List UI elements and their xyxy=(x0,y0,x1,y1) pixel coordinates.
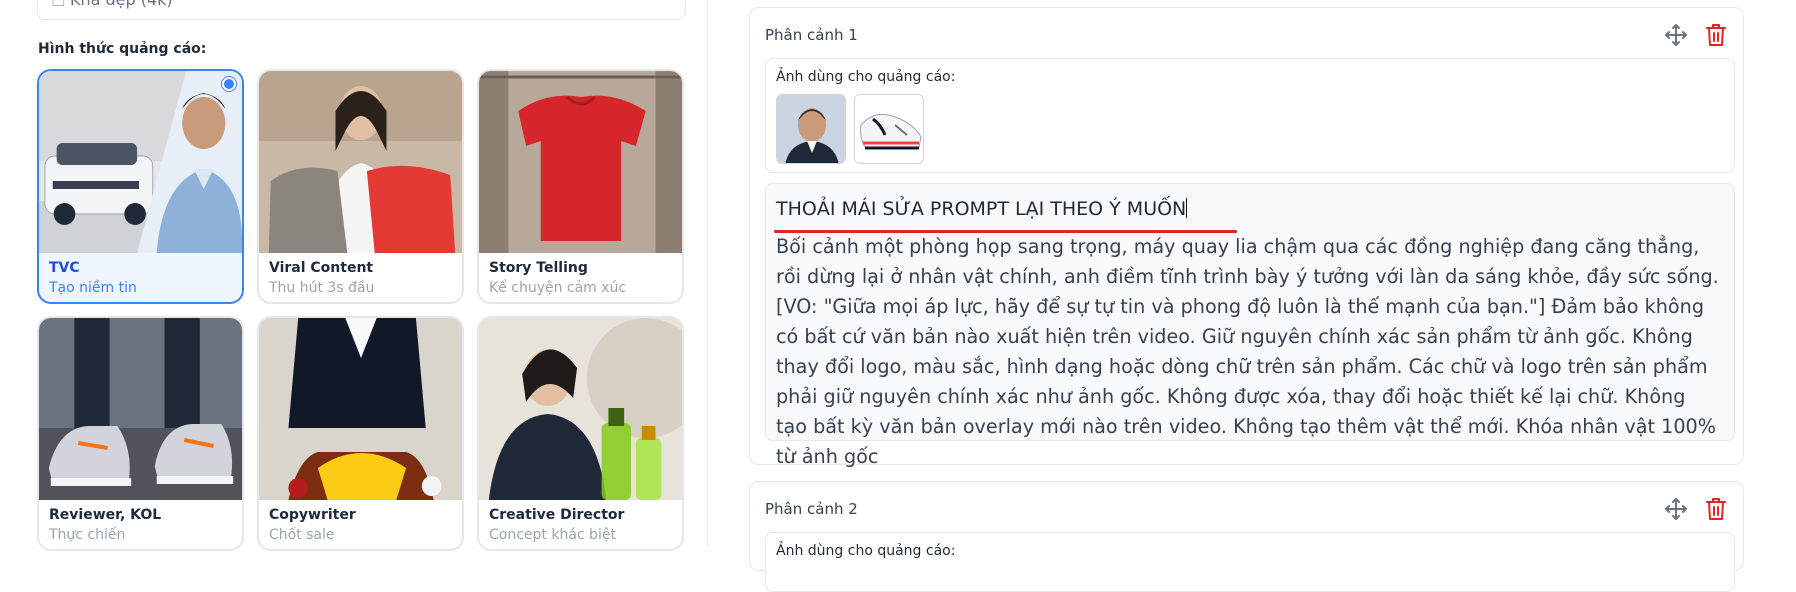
ad-format-card-copywriter[interactable]: Copywriter Chốt sale xyxy=(257,316,464,551)
ad-format-card-tvc[interactable]: TVC Tạo niềm tin xyxy=(37,69,244,304)
ad-format-card-creative-director[interactable]: Creative Director Concept khác biệt xyxy=(477,316,684,551)
card-subtitle: Concept khác biệt xyxy=(489,527,616,543)
ad-format-card-story-telling[interactable]: Story Telling Kể chuyện cảm xúc xyxy=(477,69,684,304)
panel-divider xyxy=(707,0,708,547)
scene-title: Phân cảnh 2 xyxy=(765,500,858,518)
card-title: Story Telling xyxy=(489,260,588,276)
viral-content-thumbnail xyxy=(259,71,462,253)
story-telling-thumbnail xyxy=(479,71,682,253)
prompt-heading: THOẢI MÁI SỬA PROMPT LẠI THEO Ý MUỐN xyxy=(776,198,1188,220)
move-icon[interactable] xyxy=(1663,22,1689,48)
scene-card-1: Phân cảnh 1 Ảnh dùng cho quảng cáo: THOẢ… xyxy=(749,7,1744,468)
quality-select-value: 🗋 Khá đẹp (4k) xyxy=(52,0,173,16)
ad-images-box: Ảnh dùng cho quảng cáo: xyxy=(765,532,1735,592)
card-title: Viral Content xyxy=(269,260,374,276)
trash-icon[interactable] xyxy=(1703,22,1729,48)
scene-title: Phân cảnh 1 xyxy=(765,26,858,44)
prompt-textarea[interactable]: THOẢI MÁI SỬA PROMPT LẠI THEO Ý MUỐN Bối… xyxy=(765,183,1735,468)
quality-select[interactable]: 🗋 Khá đẹp (4k) xyxy=(37,0,686,20)
ad-images-label: Ảnh dùng cho quảng cáo: xyxy=(776,543,956,559)
ad-images-label: Ảnh dùng cho quảng cáo: xyxy=(776,69,956,85)
prompt-text: Bối cảnh một phòng họp sang trọng, máy q… xyxy=(776,235,1719,468)
text-caret xyxy=(1186,198,1188,218)
move-icon[interactable] xyxy=(1663,496,1689,522)
card-title: Copywriter xyxy=(269,507,356,523)
ad-format-label: Hình thức quảng cáo: xyxy=(38,41,207,57)
ad-format-card-reviewer-kol[interactable]: Reviewer, KOL Thực chiến xyxy=(37,316,244,551)
copywriter-thumbnail xyxy=(259,318,462,500)
scene-card-2: Phân cảnh 2 Ảnh dùng cho quảng cáo: xyxy=(749,481,1744,592)
card-subtitle: Tạo niềm tin xyxy=(49,280,137,296)
card-subtitle: Chốt sale xyxy=(269,527,335,543)
tvc-thumbnail xyxy=(39,71,242,253)
card-title: Creative Director xyxy=(489,507,625,523)
card-title: Reviewer, KOL xyxy=(49,507,162,523)
card-subtitle: Kể chuyện cảm xúc xyxy=(489,280,627,296)
card-subtitle: Thực chiến xyxy=(49,527,126,543)
ad-image-person[interactable] xyxy=(776,94,846,164)
selected-indicator xyxy=(222,77,236,91)
ad-image-shoe[interactable] xyxy=(854,94,924,164)
ad-format-panel: 🗋 Khá đẹp (4k) Hình thức quảng cáo: TVC … xyxy=(0,0,707,551)
card-title: TVC xyxy=(49,260,80,276)
creative-director-thumbnail xyxy=(479,318,682,500)
ad-images-box: Ảnh dùng cho quảng cáo: xyxy=(765,58,1735,173)
card-subtitle: Thu hút 3s đầu xyxy=(269,280,375,296)
reviewer-kol-thumbnail xyxy=(39,318,242,500)
ad-format-card-viral-content[interactable]: Viral Content Thu hút 3s đầu xyxy=(257,69,464,304)
trash-icon[interactable] xyxy=(1703,496,1729,522)
